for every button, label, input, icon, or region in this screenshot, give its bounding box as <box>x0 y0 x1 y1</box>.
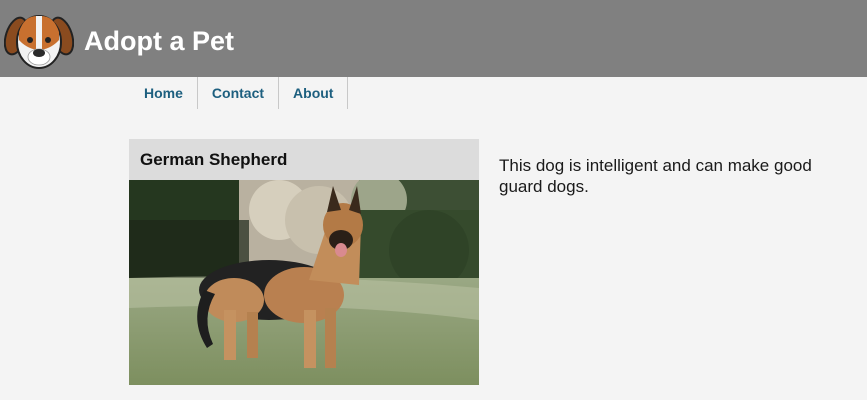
main-nav: Home Contact About <box>130 77 349 109</box>
german-shepherd-photo <box>129 180 479 385</box>
nav-about[interactable]: About <box>279 77 349 109</box>
site-title: Adopt a Pet <box>84 26 235 56</box>
site-header: Adopt a Pet <box>0 0 867 77</box>
pet-description: This dog is intelligent and can make goo… <box>499 156 812 196</box>
pet-name: German Shepherd <box>129 139 479 180</box>
nav-contact[interactable]: Contact <box>198 77 280 109</box>
dog-face-icon[interactable] <box>4 10 74 72</box>
pet-card: German Shepherd <box>129 139 479 385</box>
nav-home[interactable]: Home <box>130 77 198 109</box>
